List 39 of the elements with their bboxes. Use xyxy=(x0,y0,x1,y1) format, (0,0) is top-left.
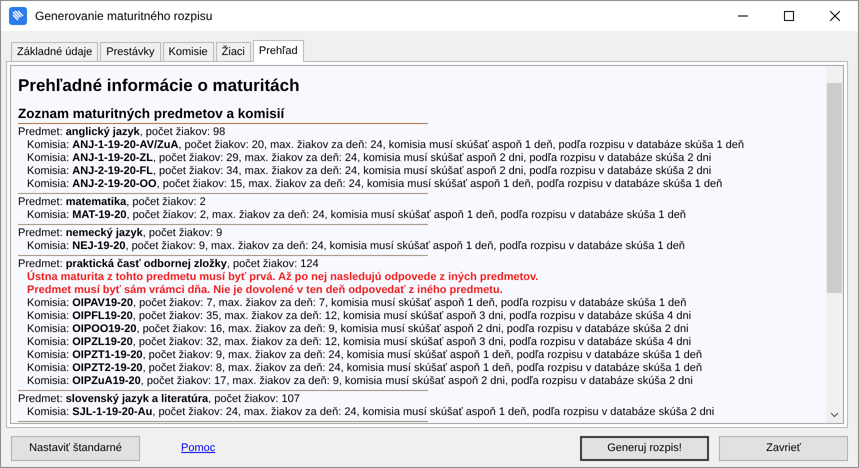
subject-line: Predmet: anglický jazyk, počet žiakov: 98 xyxy=(18,126,226,139)
subject-line: Predmet: nemecký jazyk, počet žiakov: 9 xyxy=(18,227,224,240)
subject-line: Predmet: matematika, počet žiakov: 2 xyxy=(18,196,207,209)
commission-line: Komisia: OIPOO19-20, počet žiakov: 16, max. žiakov za deň: 9, komisia musí skúšať aspoň 2 dni, podľa rozpisu v databáze skúša 2 dni xyxy=(26,323,690,336)
report-title: Prehľadné informácie o maturitách xyxy=(18,76,300,96)
help-link[interactable]: Pomoc xyxy=(181,442,216,454)
commission-line: Komisia: ANJ-1-19-20-ZL, počet žiakov: 29, max. žiakov za deň: 24, komisia musí skúšať aspoň 2 dni, podľa rozpisu v databáze skúša 2 dni xyxy=(26,152,712,165)
commission-line: Komisia: OIPFL19-20, počet žiakov: 35, max. žiakov za deň: 12, komisia musí skúšať aspoň 3 dni, podľa rozpisu v databáze skúša 4 dni xyxy=(26,310,692,323)
commission-line: Komisia: ANJ-2-19-20-OO, počet žiakov: 15, max. žiakov za deň: 24, komisia musí skúšať aspoň 1 deň, podľa rozpisu v databáze skúša 1 deň xyxy=(26,178,724,191)
warning-text: Ústna maturita z tohto predmetu musí byť prvá. Až po nej nasledujú odpovede z iných predmetov. xyxy=(26,271,540,284)
commission-line: Komisia: OIPZT1-19-20, počet žiakov: 9, max. žiakov za deň: 24, komisia musí skúšať aspoň 1 deň, podľa rozpisu v databáze skúša 1 deň xyxy=(26,349,704,362)
maximize-icon[interactable] xyxy=(784,11,794,21)
chevron-down-icon[interactable] xyxy=(830,412,839,418)
close-icon[interactable] xyxy=(830,11,840,21)
commission-line: Komisia: SJL-1-19-20-Au, počet žiakov: 24, max. žiakov za deň: 24, komisia musí skúšať aspoň 1 deň, podľa rozpisu v databáze skúša 2 dni xyxy=(26,406,716,419)
subject-line: Predmet: praktická časť odbornej zložky, počet žiakov: 124 xyxy=(18,258,320,270)
commission-line: Komisia: OIPZL19-20, počet žiakov: 32, max. žiakov za deň: 12, komisia musí skúšať aspoň 3 dni, podľa rozpisu v databáze skúša 4 dni xyxy=(26,336,692,349)
window-title: Generovanie maturitného rozpisu xyxy=(35,9,212,23)
generate-button[interactable]: Generuj rozpis! xyxy=(580,436,709,460)
commission-line: Komisia: MAT-19-20, počet žiakov: 2, max. žiakov za deň: 24, komisia musí skúšať aspoň 1 deň, podľa rozpisu v databáze skúša 1 deň xyxy=(26,209,687,222)
scroll-thumb[interactable] xyxy=(827,83,842,293)
tab[interactable]: Prestávky xyxy=(100,42,161,61)
commission-line: Komisia: ANJ-1-19-20-AV/ZuA, počet žiakov: 20, max. žiakov za deň: 24, komisia musí skúšať aspoň 1 deň, podľa rozpisu v databáze skúša 1 deň xyxy=(26,139,745,152)
warning-text: Predmet musí byť sám vrámci dňa. Nie je dovolené v ten deň odpovedať z iného predmetu. xyxy=(26,284,504,297)
commission-line: Komisia: ANJ-2-19-20-FL, počet žiakov: 34, max. žiakov za deň: 24, komisia musí skúšať aspoň 2 dni, podľa rozpisu v databáze skúša 2 dni xyxy=(26,165,712,178)
commission-line: Komisia: OIPAV19-20, počet žiakov: 7, max. žiakov za deň: 7, komisia musí skúšať aspoň 1 deň, podľa rozpisu v databáze skúša 1 deň xyxy=(26,297,688,310)
tab[interactable]: Žiaci xyxy=(216,42,251,61)
commission-line: Komisia: OIPZuA19-20, počet žiakov: 17, max. žiakov za deň: 9, komisia musí skúšať aspoň 2 dni, podľa rozpisu v databáze skúša 2 dni xyxy=(26,375,694,388)
report-subtitle: Zoznam maturitných predmetov a komisií xyxy=(18,106,286,121)
commission-line: Komisia: OIPZT2-19-20, počet žiakov: 8, max. žiakov za deň: 24, komisia musí skúšať aspoň 1 deň, podľa rozpisu v databáze skúša 1 deň xyxy=(26,362,704,375)
tab[interactable]: Prehľad xyxy=(252,40,304,62)
tab[interactable]: Komisie xyxy=(162,42,214,61)
subject-line: Predmet: slovenský jazyk a literatúra, počet žiakov: 107 xyxy=(18,393,301,406)
scrollbar[interactable] xyxy=(826,66,843,423)
tab[interactable]: Základné údaje xyxy=(11,42,98,61)
app-icon xyxy=(9,7,27,25)
close-button[interactable]: Zavrieť xyxy=(719,436,848,460)
commission-line: Komisia: NEJ-19-20, počet žiakov: 9, max. žiakov za deň: 24, komisia musí skúšať aspoň 1 deň, podľa rozpisu v databáze skúša 1 deň xyxy=(26,240,686,253)
reset-button[interactable]: Nastaviť štandarné xyxy=(11,436,140,460)
